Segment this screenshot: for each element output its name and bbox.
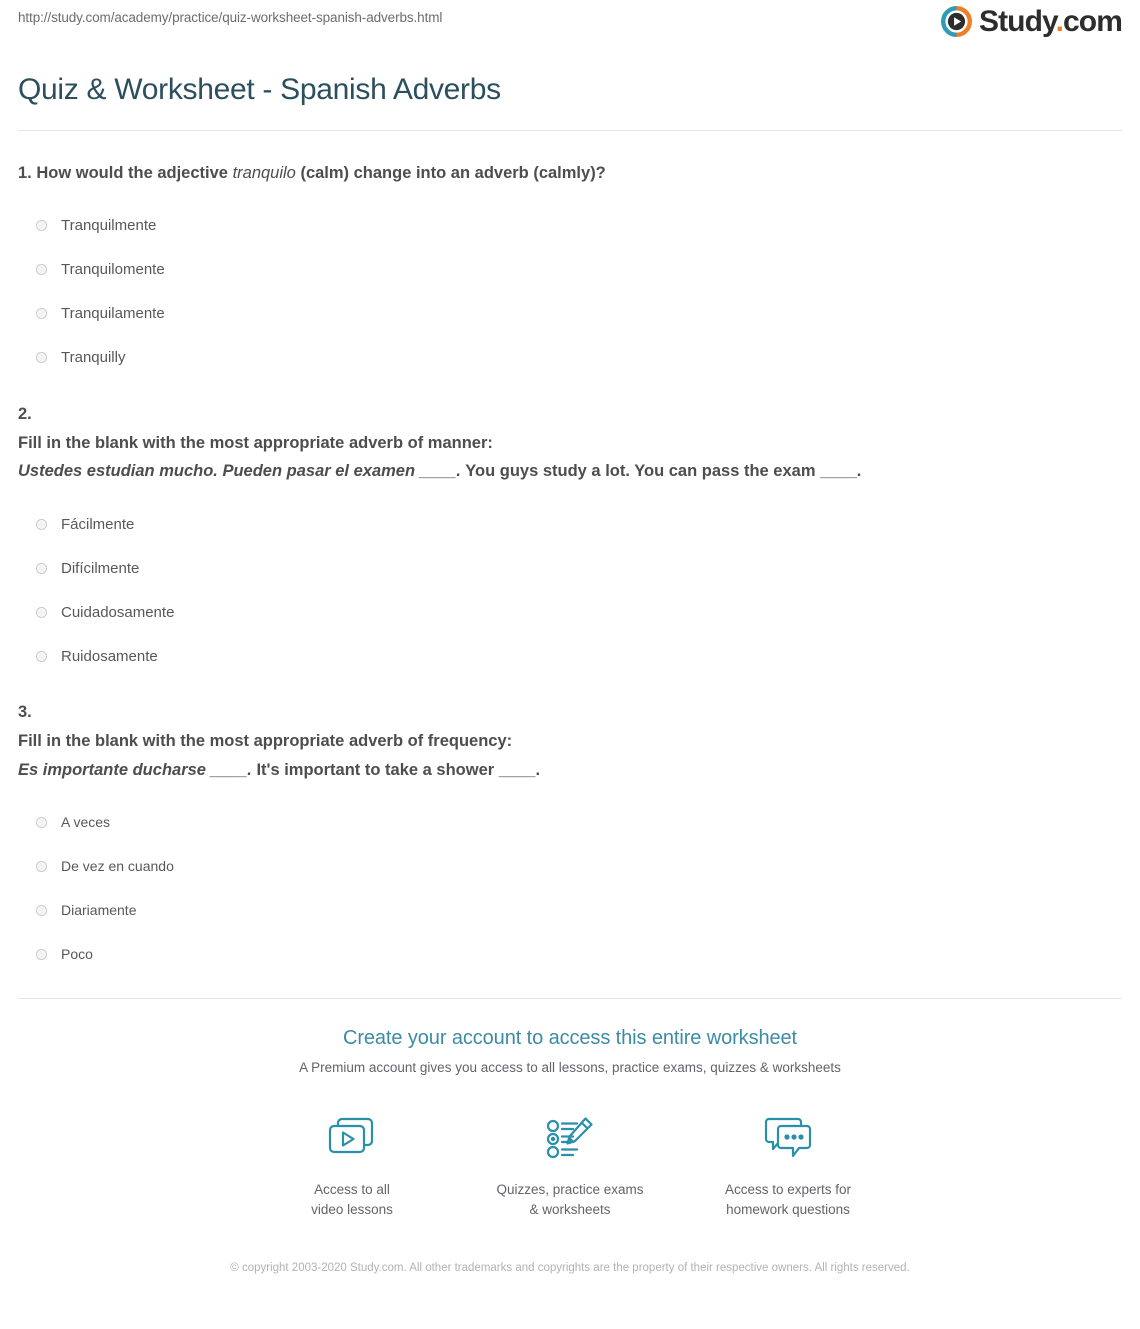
option-label: Ruidosamente: [61, 647, 158, 665]
option-label: Poco: [61, 946, 93, 963]
option-row[interactable]: Tranquilmente: [18, 204, 1122, 248]
question-2-sentence-spanish: Ustedes estudian mucho. Pueden pasar el …: [18, 462, 461, 481]
question-3-options: A veces De vez en cuando Diariamente Poc…: [18, 800, 1122, 976]
feature-caption-line2: homework questions: [726, 1201, 850, 1217]
page-header: http://study.com/academy/practice/quiz-w…: [18, 0, 1123, 58]
option-row[interactable]: Diariamente: [18, 888, 1122, 932]
option-label: Tranquilmente: [61, 217, 157, 235]
feature-quizzes-worksheets: Quizzes, practice exams & worksheets: [461, 1108, 679, 1219]
question-1-italic-term: tranquilo: [232, 164, 296, 182]
radio-button-icon[interactable]: [36, 948, 47, 960]
quiz-pencil-icon: [461, 1108, 679, 1170]
option-label: A veces: [61, 814, 111, 831]
option-label: Fácilmente: [61, 515, 135, 533]
create-account-link[interactable]: Create your account to access this entir…: [343, 1025, 797, 1051]
option-label: Tranquilamente: [61, 305, 165, 323]
option-row[interactable]: Tranquilly: [18, 336, 1122, 380]
radio-button-icon[interactable]: [36, 518, 47, 530]
option-label: Difícilmente: [61, 559, 140, 577]
premium-features: Access to all video lessons Quizzes, pra…: [18, 1108, 1122, 1219]
questions-list: 1. How would the adjective tranquilo (ca…: [18, 131, 1122, 976]
logo-text-tld: com: [1063, 4, 1123, 38]
feature-caption-line1: Quizzes, practice exams: [496, 1182, 644, 1198]
feature-caption-line1: Access to all: [314, 1182, 390, 1198]
radio-button-icon[interactable]: [36, 308, 47, 320]
feature-caption: Quizzes, practice exams & worksheets: [461, 1180, 679, 1219]
option-row[interactable]: Ruidosamente: [18, 634, 1122, 678]
option-label: Diariamente: [61, 902, 137, 919]
option-row[interactable]: Cuidadosamente: [18, 590, 1122, 634]
radio-button-icon[interactable]: [36, 816, 47, 828]
radio-button-icon[interactable]: [36, 606, 47, 618]
question-2-sentence: Ustedes estudian mucho. Pueden pasar el …: [18, 459, 1122, 484]
question-2-number: 2.: [18, 404, 32, 423]
question-3-sentence-spanish: Es importante ducharse ____.: [18, 760, 252, 779]
radio-button-icon[interactable]: [36, 562, 47, 574]
study-com-logo[interactable]: Study.com: [940, 4, 1123, 38]
feature-expert-help: Access to experts for homework questions: [679, 1108, 897, 1219]
option-row[interactable]: De vez en cuando: [18, 844, 1122, 888]
question-1-options: Tranquilmente Tranquilomente Tranquilame…: [18, 204, 1122, 380]
copyright-notice: © copyright 2003-2020 Study.com. All oth…: [230, 1262, 910, 1275]
feature-caption-line2: & worksheets: [529, 1201, 611, 1217]
feature-caption-line1: Access to experts for: [724, 1182, 852, 1198]
radio-button-icon[interactable]: [36, 352, 47, 364]
logo-text-main: Study: [978, 4, 1057, 38]
logo-text-dot: .: [1055, 4, 1064, 38]
question-3-sentence: Es importante ducharse ____. It's import…: [18, 758, 1122, 783]
option-label: Tranquilomente: [61, 261, 165, 279]
question-2-options: Fácilmente Difícilmente Cuidadosamente R…: [18, 502, 1122, 678]
feature-caption: Access to experts for homework questions: [679, 1180, 897, 1219]
chat-bubbles-icon: [679, 1108, 897, 1170]
radio-button-icon[interactable]: [36, 860, 47, 872]
question-3: 3. Fill in the blank with the most appro…: [18, 678, 1122, 976]
cta-subtitle: A Premium account gives you access to al…: [299, 1060, 841, 1076]
option-row[interactable]: Tranquilamente: [18, 292, 1122, 336]
feature-video-lessons: Access to all video lessons: [243, 1108, 461, 1219]
feature-caption: Access to all video lessons: [243, 1180, 461, 1219]
question-2-prompt: Fill in the blank with the most appropri…: [18, 433, 493, 452]
question-1-number: 1.: [18, 164, 32, 182]
radio-button-icon[interactable]: [36, 650, 47, 662]
page-title: Quiz & Worksheet - Spanish Adverbs: [18, 73, 501, 106]
question-2: 2. Fill in the blank with the most appro…: [18, 380, 1122, 678]
option-row[interactable]: Fácilmente: [18, 502, 1122, 546]
radio-button-icon[interactable]: [36, 220, 47, 232]
feature-caption-line2: video lessons: [311, 1201, 393, 1217]
question-3-number: 3.: [18, 703, 32, 721]
radio-button-icon[interactable]: [36, 264, 47, 276]
option-label: Tranquilly: [61, 349, 126, 367]
question-1: 1. How would the adjective tranquilo (ca…: [18, 139, 1122, 380]
create-account-cta: Create your account to access this entir…: [18, 999, 1122, 1219]
worksheet-page: http://study.com/academy/practice/quiz-w…: [0, 0, 1140, 1304]
question-1-text-after: (calm) change into an adverb (calmly)?: [295, 164, 606, 182]
question-3-sentence-english: It's important to take a shower ____.: [251, 760, 541, 779]
question-2-sentence-english: You guys study a lot. You can pass the e…: [460, 462, 862, 481]
logo-wordmark: Study.com: [978, 4, 1123, 38]
option-row[interactable]: A veces: [18, 800, 1122, 844]
option-row[interactable]: Tranquilomente: [18, 248, 1122, 292]
question-3-prompt: Fill in the blank with the most appropri…: [18, 731, 513, 750]
radio-button-icon[interactable]: [36, 904, 47, 916]
option-label: De vez en cuando: [61, 858, 174, 875]
video-stack-icon: [243, 1108, 461, 1170]
question-1-text-before: How would the adjective: [36, 164, 233, 182]
question-1-prompt: 1. How would the adjective tranquilo (ca…: [18, 161, 1122, 186]
option-row[interactable]: Difícilmente: [18, 546, 1122, 590]
play-circle-icon: [940, 6, 972, 37]
option-row[interactable]: Poco: [18, 932, 1122, 976]
option-label: Cuidadosamente: [61, 603, 175, 621]
url-text: http://study.com/academy/practice/quiz-w…: [18, 10, 443, 25]
